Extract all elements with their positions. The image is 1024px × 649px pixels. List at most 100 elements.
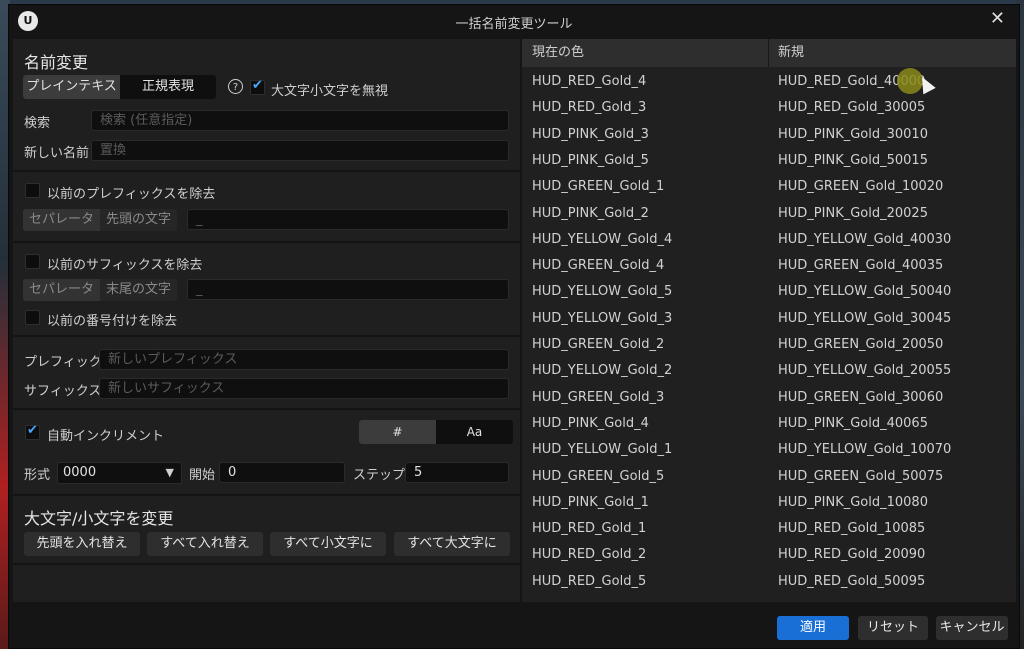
new-name-cell: HUD_PINK_Gold_30010 — [778, 126, 928, 142]
batch-rename-dialog: U 一括名前変更ツール ✕ 名前変更 プレインテキスト 正規表現 ? 大文字小文… — [8, 4, 1020, 649]
capitalize-first-button[interactable]: 先頭を入れ替え — [24, 532, 140, 556]
table-row[interactable]: HUD_RED_Gold_4 HUD_RED_Gold_40000 — [522, 69, 1016, 95]
column-header-current[interactable]: 現在の色 — [532, 39, 584, 67]
new-prefix-input[interactable]: 新しいプレフィックス — [99, 349, 509, 370]
auto-increment-label: 自動インクリメント — [47, 429, 165, 444]
auto-increment-checkbox[interactable] — [25, 423, 40, 440]
new-name-cell: HUD_RED_Gold_20090 — [778, 547, 926, 563]
apply-button[interactable]: 適用 — [777, 616, 849, 640]
column-header-new[interactable]: 新規 — [778, 39, 804, 67]
current-name-cell: HUD_YELLOW_Gold_4 — [532, 231, 673, 247]
current-name-cell: HUD_YELLOW_Gold_3 — [532, 310, 673, 326]
table-row[interactable]: HUD_GREEN_Gold_1 HUD_GREEN_Gold_10020 — [522, 174, 1016, 200]
table-row[interactable]: HUD_RED_Gold_3 HUD_RED_Gold_30005 — [522, 95, 1016, 121]
all-lowercase-button[interactable]: すべて小文字に — [270, 532, 386, 556]
remove-suffix-label: 以前のサフィックスを除去 — [47, 258, 203, 273]
numeric-mode-button[interactable]: # — [359, 420, 436, 444]
divider — [13, 408, 520, 410]
match-mode-toggle: プレインテキスト 正規表現 — [23, 75, 216, 99]
new-name-cell: HUD_GREEN_Gold_20050 — [778, 337, 944, 352]
reset-button[interactable]: リセット — [858, 616, 928, 640]
start-label: 開始 — [189, 468, 216, 483]
format-select[interactable]: 0000 ▼ — [57, 462, 182, 484]
table-row[interactable]: HUD_YELLOW_Gold_5 HUD_YELLOW_Gold_50040 — [522, 279, 1016, 305]
remove-numbering-checkbox[interactable] — [25, 310, 40, 325]
new-name-cell: HUD_PINK_Gold_40065 — [778, 415, 928, 431]
help-icon[interactable]: ? — [228, 79, 243, 94]
table-row[interactable]: HUD_GREEN_Gold_3 HUD_GREEN_Gold_30060 — [522, 385, 1016, 411]
current-name-cell: HUD_YELLOW_Gold_5 — [532, 284, 673, 300]
current-name-cell: HUD_PINK_Gold_2 — [532, 205, 649, 221]
cancel-button[interactable]: キャンセル — [936, 616, 1008, 640]
remove-prefix-checkbox[interactable] — [25, 183, 40, 198]
new-name-cell: HUD_PINK_Gold_20025 — [778, 205, 928, 221]
divider — [13, 563, 520, 565]
current-name-cell: HUD_GREEN_Gold_5 — [532, 468, 665, 484]
table-row[interactable]: HUD_GREEN_Gold_2 HUD_GREEN_Gold_20050 — [522, 332, 1016, 358]
table-row[interactable]: HUD_PINK_Gold_4 HUD_PINK_Gold_40065 — [522, 411, 1016, 437]
close-icon[interactable]: ✕ — [990, 8, 1005, 29]
table-row[interactable]: HUD_PINK_Gold_2 HUD_PINK_Gold_20025 — [522, 201, 1016, 227]
prefix-separator-tag[interactable]: セパレータ — [23, 209, 101, 231]
new-name-cell: HUD_GREEN_Gold_10020 — [778, 179, 944, 195]
table-row[interactable]: HUD_RED_Gold_5 HUD_RED_Gold_50095 — [522, 569, 1016, 595]
new-name-label: 新しい名前 — [24, 146, 90, 161]
table-row[interactable]: HUD_PINK_Gold_1 HUD_PINK_Gold_10080 — [522, 490, 1016, 516]
current-name-cell: HUD_RED_Gold_4 — [532, 74, 647, 89]
new-name-cell: HUD_GREEN_Gold_40035 — [778, 258, 944, 274]
title-bar: U 一括名前変更ツール ✕ — [9, 5, 1019, 37]
current-name-cell: HUD_YELLOW_Gold_2 — [532, 363, 673, 379]
prefix-tags: セパレータ 先頭の文字 — [23, 209, 178, 231]
table-row[interactable]: HUD_YELLOW_Gold_3 HUD_YELLOW_Gold_30045 — [522, 306, 1016, 332]
new-name-input[interactable]: 置換 — [91, 140, 509, 161]
remove-suffix-checkbox[interactable] — [25, 254, 40, 269]
start-input[interactable]: 0 — [219, 462, 345, 483]
divider — [13, 335, 520, 337]
table-row[interactable]: HUD_PINK_Gold_3 HUD_PINK_Gold_30010 — [522, 122, 1016, 148]
plain-text-mode-button[interactable]: プレインテキスト — [23, 75, 120, 99]
current-name-cell: HUD_PINK_Gold_3 — [532, 126, 649, 142]
table-row[interactable]: HUD_YELLOW_Gold_4 HUD_YELLOW_Gold_40030 — [522, 227, 1016, 253]
table-row[interactable]: HUD_YELLOW_Gold_2 HUD_YELLOW_Gold_20055 — [522, 358, 1016, 384]
ignore-case-label: 大文字小文字を無視 — [271, 84, 389, 99]
new-name-cell: HUD_RED_Gold_10085 — [778, 521, 926, 537]
new-prefix-label: プレフィック. — [24, 355, 106, 370]
table-row[interactable]: HUD_GREEN_Gold_5 HUD_GREEN_Gold_50075 — [522, 464, 1016, 490]
increment-mode-toggle: # Aa — [359, 420, 513, 444]
divider — [13, 170, 520, 172]
rename-heading: 名前変更 — [24, 53, 89, 72]
divider — [13, 241, 520, 243]
suffix-trailing-chars-tag[interactable]: 末尾の文字 — [100, 279, 178, 301]
new-name-cell: HUD_GREEN_Gold_50075 — [778, 468, 944, 484]
prefix-leading-chars-tag[interactable]: 先頭の文字 — [100, 209, 178, 231]
current-name-cell: HUD_RED_Gold_3 — [532, 100, 647, 116]
suffix-separator-input[interactable]: _ — [187, 279, 509, 300]
new-name-cell: HUD_GREEN_Gold_30060 — [778, 389, 944, 405]
suffix-separator-tag[interactable]: セパレータ — [23, 279, 101, 301]
format-label: 形式 — [24, 468, 51, 483]
new-suffix-input[interactable]: 新しいサフィックス — [99, 378, 509, 399]
prefix-separator-input[interactable]: _ — [187, 209, 509, 230]
search-input[interactable]: 検索 (任意指定) — [91, 110, 509, 131]
swap-all-case-button[interactable]: すべて入れ替え — [147, 532, 263, 556]
new-name-cell: HUD_YELLOW_Gold_10070 — [778, 442, 952, 458]
alpha-mode-button[interactable]: Aa — [436, 420, 513, 444]
step-input[interactable]: 5 — [405, 462, 509, 483]
remove-numbering-label: 以前の番号付けを除去 — [47, 314, 178, 329]
table-row[interactable]: HUD_RED_Gold_1 HUD_RED_Gold_10085 — [522, 516, 1016, 542]
current-name-cell: HUD_GREEN_Gold_3 — [532, 389, 665, 405]
table-row[interactable]: HUD_GREEN_Gold_4 HUD_GREEN_Gold_40035 — [522, 253, 1016, 279]
chevron-down-icon: ▼ — [165, 466, 174, 479]
ignore-case-checkbox[interactable] — [250, 78, 265, 95]
table-header: 現在の色 新規 — [522, 39, 1016, 67]
regex-mode-button[interactable]: 正規表現 — [120, 75, 216, 99]
search-label: 検索 — [24, 116, 51, 131]
new-name-cell: HUD_PINK_Gold_10080 — [778, 494, 928, 510]
column-divider[interactable] — [768, 39, 769, 67]
current-name-cell: HUD_YELLOW_Gold_1 — [532, 442, 673, 458]
format-value: 0000 — [63, 465, 97, 480]
table-row[interactable]: HUD_PINK_Gold_5 HUD_PINK_Gold_50015 — [522, 148, 1016, 174]
table-row[interactable]: HUD_YELLOW_Gold_1 HUD_YELLOW_Gold_10070 — [522, 437, 1016, 463]
all-uppercase-button[interactable]: すべて大文字に — [394, 532, 510, 556]
table-row[interactable]: HUD_RED_Gold_2 HUD_RED_Gold_20090 — [522, 542, 1016, 568]
